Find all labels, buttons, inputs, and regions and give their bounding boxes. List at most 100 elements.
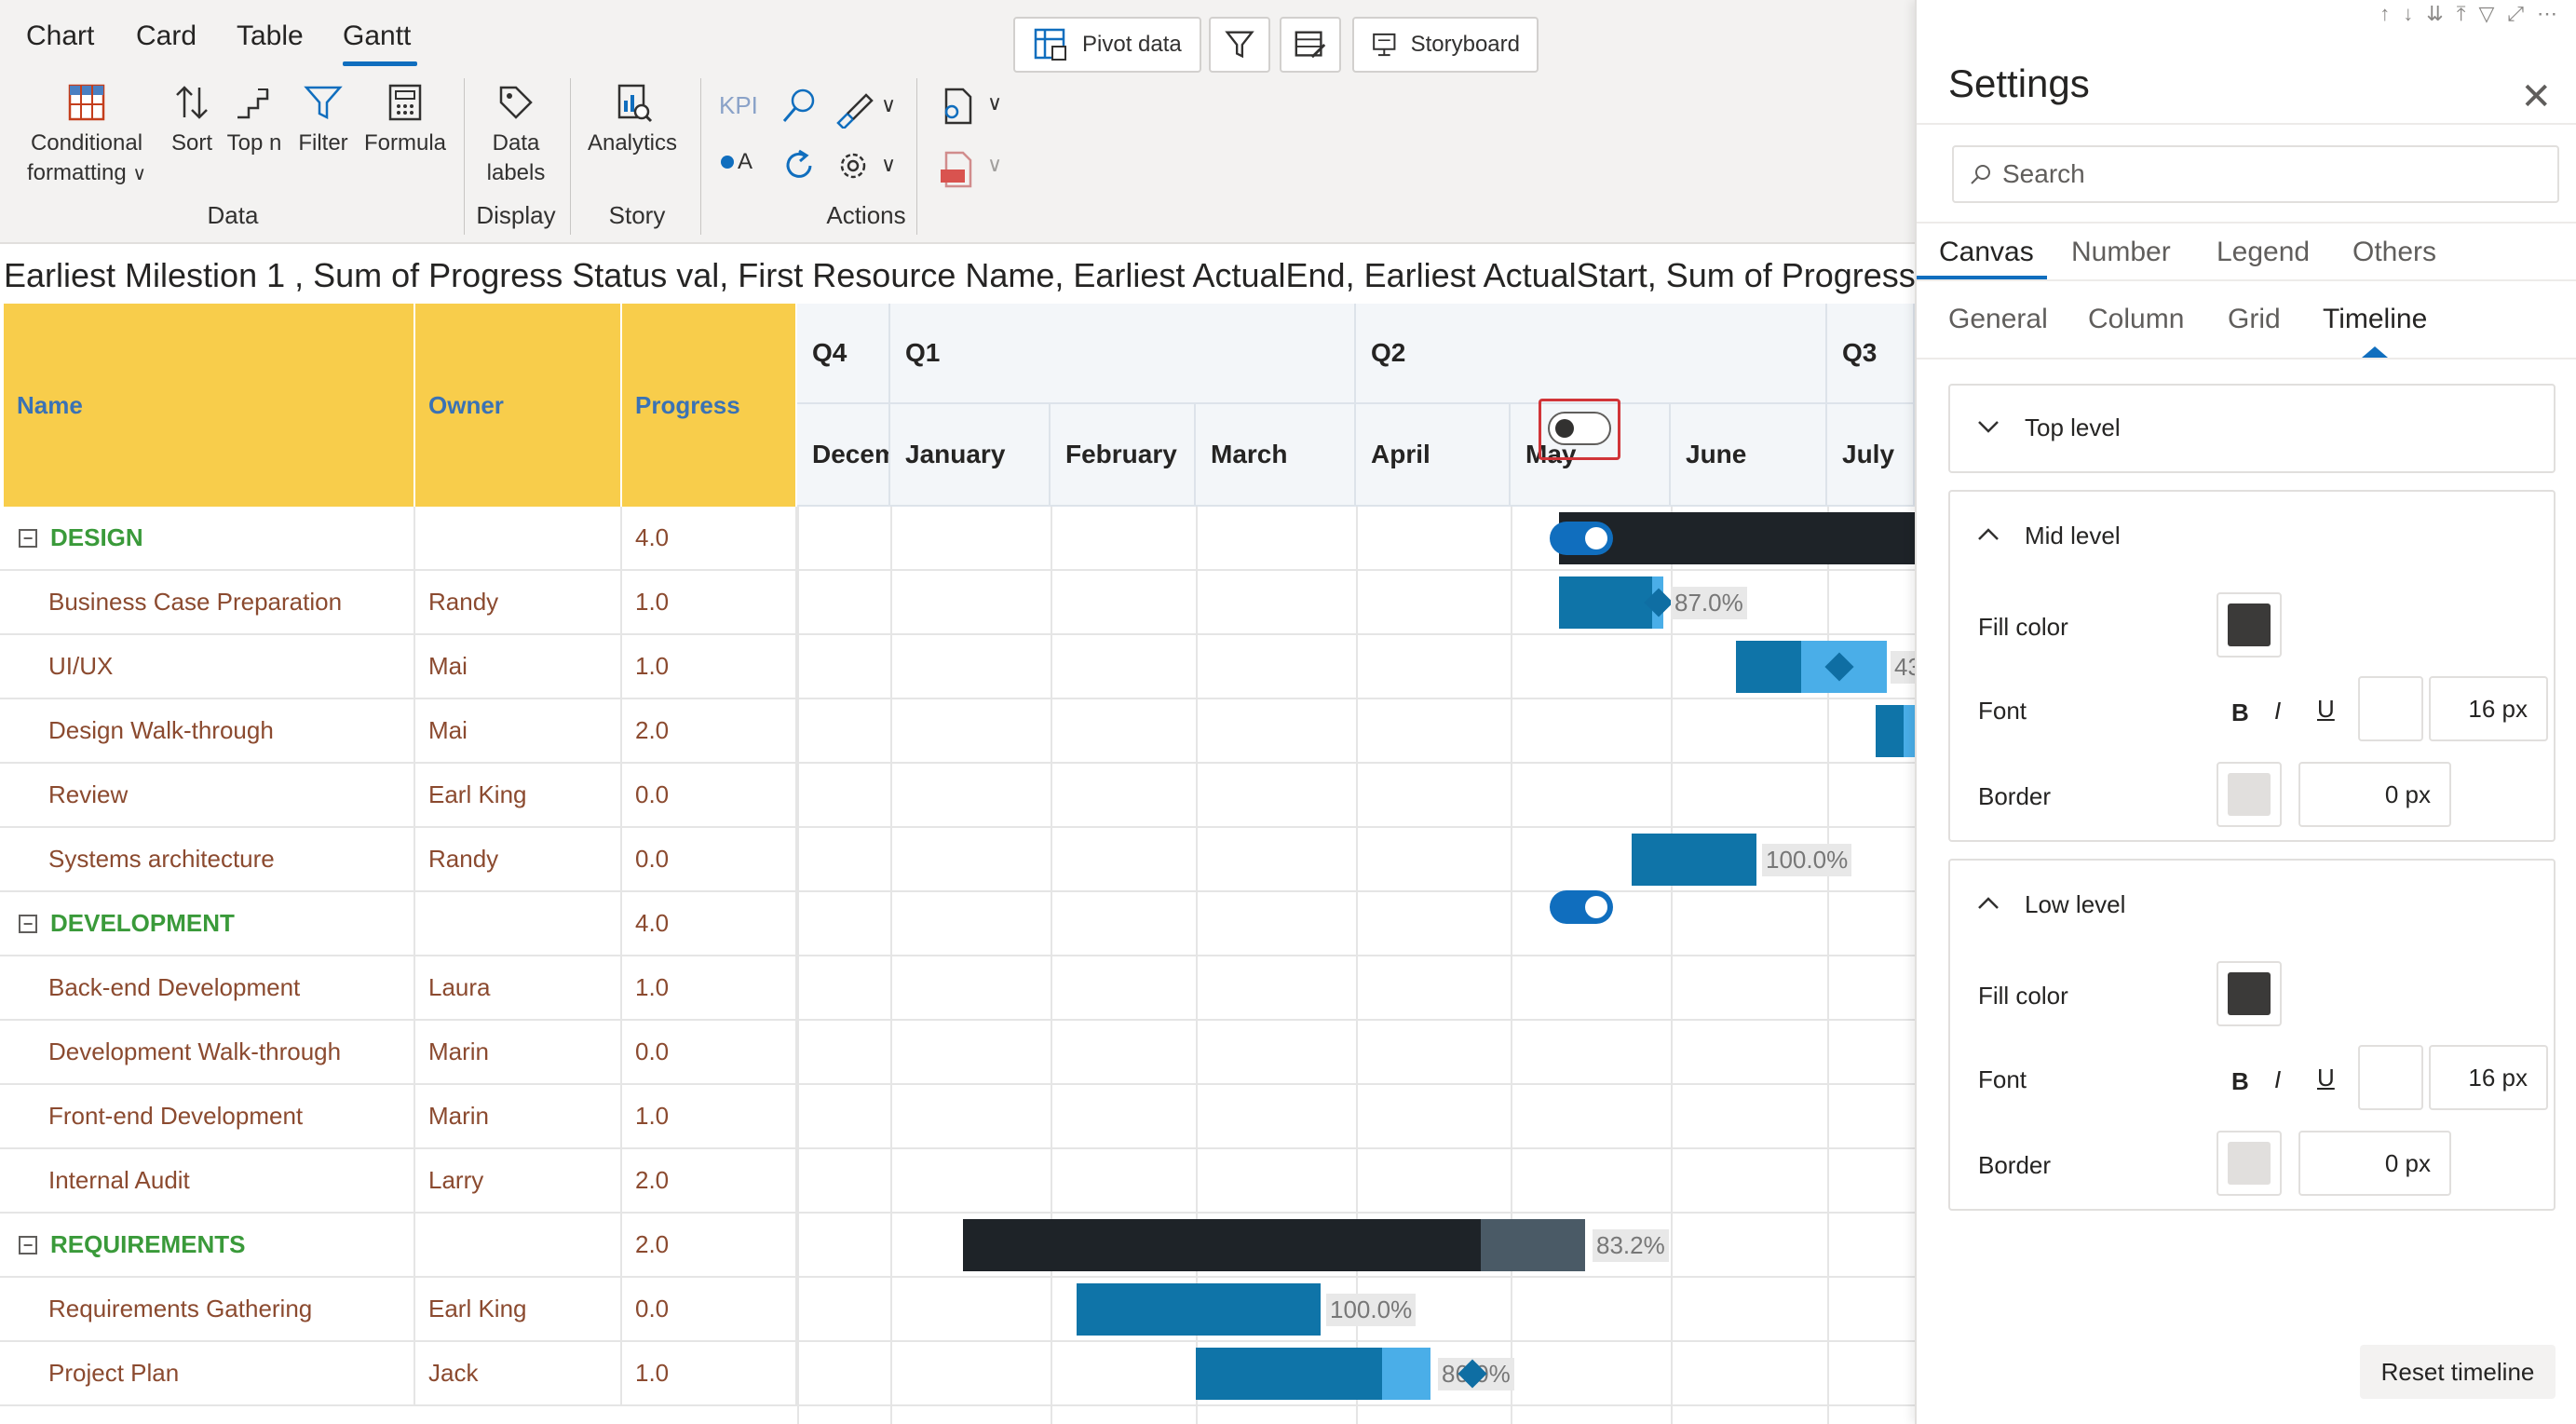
tab-number[interactable]: Number — [2071, 237, 2171, 268]
search-icon — [1971, 165, 1990, 184]
table-row[interactable]: Review Earl King 0.0 — [0, 764, 1915, 828]
tab-general[interactable]: General — [1948, 304, 2048, 335]
expand-icon[interactable]: ⤢ — [2507, 2, 2537, 25]
tab-legend[interactable]: Legend — [2217, 237, 2310, 268]
tab-chart[interactable]: Chart — [26, 20, 94, 52]
reset-timeline-button[interactable]: Reset timeline — [2360, 1345, 2556, 1399]
tab-column[interactable]: Column — [2088, 304, 2184, 335]
header-owner[interactable]: Owner — [415, 304, 622, 507]
paint-brush-icon[interactable] — [834, 88, 875, 129]
table-row[interactable]: − DEVELOPMENT 4.0 — [0, 892, 1915, 956]
refresh-icon[interactable] — [779, 145, 820, 186]
font-size-input[interactable]: 16 px — [2429, 1045, 2548, 1110]
settings-title: Settings — [1948, 61, 2090, 105]
data-labels-button[interactable]: Data labels — [479, 82, 553, 188]
pivot-data-label: Pivot data — [1082, 32, 1182, 57]
conditional-icon-button[interactable]: A — [721, 149, 752, 175]
underline-button[interactable]: U — [2317, 1064, 2335, 1092]
progress-cell: 4.0 — [622, 507, 797, 569]
top-level-toggle[interactable] — [1548, 412, 1611, 445]
search-input[interactable]: Search — [1952, 145, 2559, 203]
table-edit-button[interactable] — [1280, 17, 1341, 73]
progress-cell: 0.0 — [622, 1278, 797, 1340]
chevron-up-icon[interactable] — [1976, 894, 2000, 913]
analytics-button[interactable]: Analytics — [583, 82, 682, 158]
table-row[interactable]: UI/UX Mai 1.0 — [0, 635, 1915, 699]
table-row[interactable]: Internal Audit Larry 2.0 — [0, 1149, 1915, 1214]
pivot-data-button[interactable]: Pivot data — [1013, 17, 1201, 73]
filter-settings-button[interactable] — [1209, 17, 1270, 73]
mid-level-card: Mid level Fill color Font B I U 16 px Bo… — [1948, 490, 2556, 842]
collapse-icon[interactable]: − — [19, 914, 37, 933]
top-n-button[interactable]: Top n — [222, 82, 287, 158]
formula-button[interactable]: Formula — [361, 82, 449, 158]
border-size-input[interactable]: 0 px — [2298, 1131, 2451, 1196]
fill-color-picker[interactable] — [2217, 592, 2282, 658]
storyboard-button[interactable]: Storyboard — [1352, 17, 1539, 73]
font-color-picker[interactable] — [2358, 676, 2423, 741]
pdf-icon[interactable] — [937, 149, 978, 190]
chevron-down-icon[interactable]: ∨ — [987, 91, 1002, 115]
mid-level-toggle[interactable] — [1550, 522, 1613, 555]
font-size-input[interactable]: 16 px — [2429, 676, 2548, 741]
more-icon[interactable]: ⋯ — [2537, 2, 2570, 25]
table-row[interactable]: Back-end Development Laura 1.0 — [0, 956, 1915, 1021]
tab-card[interactable]: Card — [136, 20, 197, 52]
table-row[interactable]: Requirements Gathering Earl King 0.0 — [0, 1278, 1915, 1342]
border-color-picker[interactable] — [2217, 1131, 2282, 1196]
italic-button[interactable]: I — [2274, 697, 2281, 726]
fill-color-picker[interactable] — [2217, 961, 2282, 1026]
font-color-picker[interactable] — [2358, 1045, 2423, 1110]
tab-grid[interactable]: Grid — [2228, 304, 2281, 335]
export-settings-icon[interactable] — [937, 86, 978, 127]
chevron-down-icon[interactable]: ∨ — [881, 153, 896, 177]
tab-timeline[interactable]: Timeline — [2323, 304, 2427, 335]
chevron-down-icon[interactable] — [1976, 417, 2000, 436]
chevron-down-icon: ∨ — [132, 164, 147, 184]
actions-group-label: Actions — [826, 201, 906, 229]
border-color-picker[interactable] — [2217, 762, 2282, 827]
bar-label: 43 — [1891, 651, 1915, 684]
task-bar[interactable] — [1632, 834, 1756, 886]
task-bar[interactable] — [1077, 1283, 1321, 1336]
search-icon[interactable] — [779, 86, 820, 127]
tab-gantt[interactable]: Gantt — [343, 20, 411, 52]
progress-cell: 4.0 — [622, 892, 797, 955]
header-name[interactable]: Name — [4, 304, 415, 507]
collapse-icon[interactable]: − — [19, 528, 37, 548]
table-row[interactable]: Design Walk-through Mai 2.0 — [0, 699, 1915, 764]
conditional-formatting-button[interactable]: Conditional formatting ∨ — [19, 82, 155, 189]
filter-icon[interactable]: ▽ — [2478, 2, 2507, 25]
low-level-toggle[interactable] — [1550, 890, 1613, 924]
table-row[interactable]: Front-end Development Marin 1.0 — [0, 1085, 1915, 1149]
settings-pane: ↑↓⇊⤒▽⤢⋯ Settings ✕ Search Canvas Number … — [1539, 0, 2576, 1424]
filter-button[interactable]: Filter — [294, 82, 352, 158]
tab-table[interactable]: Table — [237, 20, 304, 52]
ribbon-separator — [464, 78, 465, 235]
table-row[interactable]: Systems architecture Randy 0.0 — [0, 828, 1915, 892]
arrow-up-icon[interactable]: ↑ — [2379, 2, 2403, 25]
table-row[interactable]: Development Walk-through Marin 0.0 — [0, 1021, 1915, 1085]
kpi-button[interactable]: KPI — [719, 91, 758, 120]
sort-button[interactable]: Sort — [166, 82, 218, 158]
chevron-up-icon[interactable] — [1976, 525, 2000, 544]
drill-down-icon[interactable]: ⇊ — [2426, 2, 2456, 25]
table-row[interactable]: Project Plan Jack 1.0 — [0, 1342, 1915, 1406]
close-icon[interactable]: ✕ — [2520, 78, 2552, 115]
bold-button[interactable]: B — [2231, 1067, 2249, 1096]
tab-others[interactable]: Others — [2352, 237, 2436, 268]
bold-button[interactable]: B — [2231, 698, 2249, 727]
chevron-down-icon[interactable]: ∨ — [987, 153, 1002, 177]
italic-button[interactable]: I — [2274, 1065, 2281, 1094]
drill-up-icon[interactable]: ⤒ — [2457, 2, 2479, 25]
conditional-formatting-label-2: formatting ∨ — [26, 160, 147, 185]
header-progress[interactable]: Progress — [622, 304, 797, 507]
gear-icon[interactable] — [834, 147, 872, 184]
chevron-down-icon[interactable]: ∨ — [881, 93, 896, 117]
collapse-icon[interactable]: − — [19, 1235, 37, 1254]
underline-button[interactable]: U — [2317, 695, 2335, 724]
border-size-input[interactable]: 0 px — [2298, 762, 2451, 827]
tab-canvas[interactable]: Canvas — [1939, 237, 2034, 268]
arrow-down-icon[interactable]: ↓ — [2403, 2, 2426, 25]
search-placeholder: Search — [2002, 159, 2085, 188]
